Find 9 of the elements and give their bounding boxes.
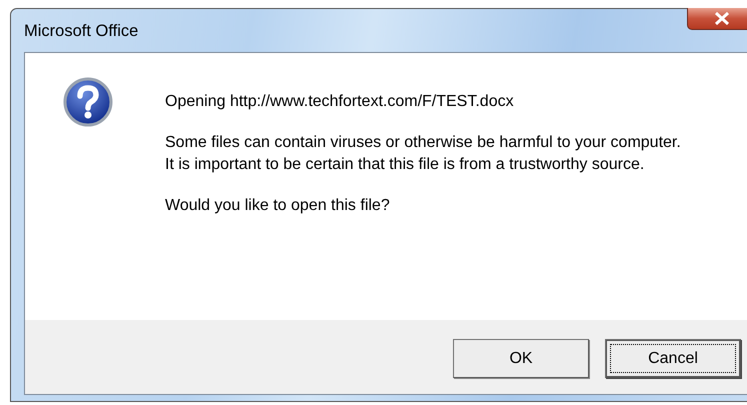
dialog-button[interactable]: Cancel — [605, 339, 741, 378]
close-icon — [714, 12, 730, 25]
window-title: Microsoft Office — [24, 22, 138, 41]
message-text: Would you like to open this file? — [165, 196, 391, 216]
close-button[interactable] — [687, 8, 747, 30]
message-heading: Opening http://www.techfortext.com/F/TEST.docx — [165, 92, 515, 112]
dialog-button[interactable]: OK — [453, 339, 589, 378]
message-text: Some files can contain viruses or otherwise be harmful to your computer. It is important to be certain that this file is from a trustworthy source. — [165, 133, 681, 175]
question-icon — [63, 77, 113, 127]
